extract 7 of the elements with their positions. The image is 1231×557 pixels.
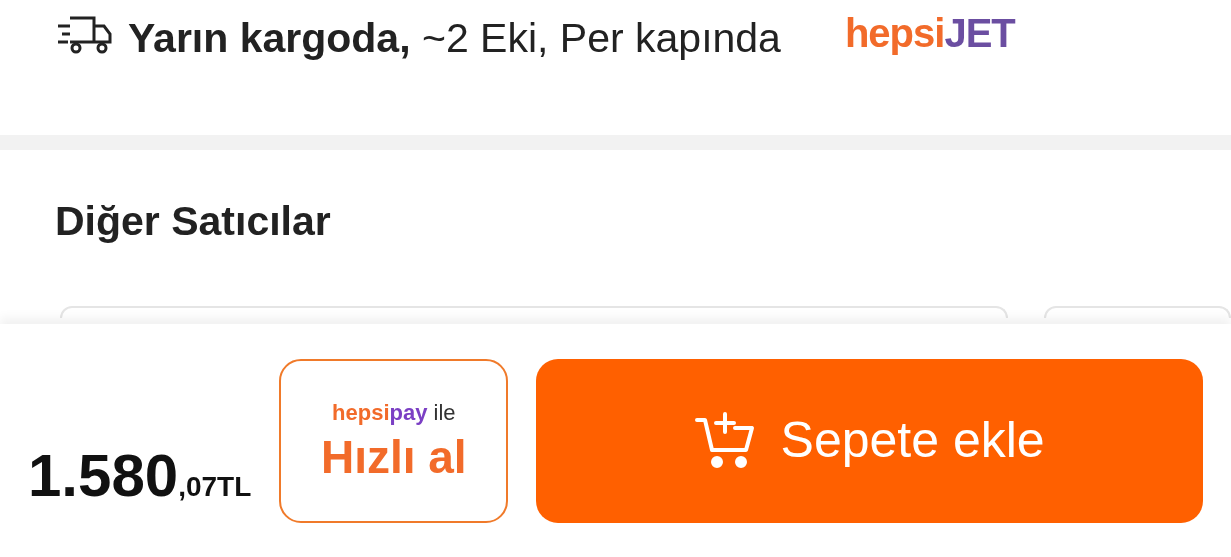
section-title: Diğer Satıcılar (54, 196, 332, 246)
carrier-logo: hepsiJET (844, 10, 1015, 57)
delivery-info: Yarın kargoda, ~2 Eki, Per kapında (128, 14, 781, 63)
seller-card[interactable] (1044, 306, 1231, 318)
quick-buy-button[interactable]: hepsipay ile Hızlı al (279, 358, 509, 523)
price: 1.580,07TL (28, 440, 252, 511)
seller-card[interactable] (60, 306, 1009, 318)
